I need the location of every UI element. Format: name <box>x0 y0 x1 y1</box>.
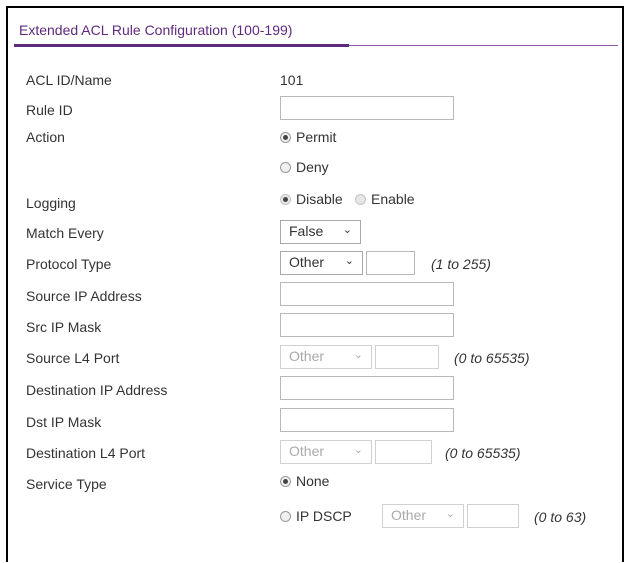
ip-dscp-hint: (0 to 63) <box>534 509 587 525</box>
logging-disable-label: Disable <box>296 191 343 207</box>
src-ip-mask-label: Src IP Mask <box>26 319 102 335</box>
action-deny-radio[interactable]: Deny <box>280 159 329 175</box>
service-ip-dscp-radio[interactable]: IP DSCP <box>280 508 352 524</box>
chevron-down-icon: ⌄ <box>344 255 354 267</box>
ip-dscp-value: Other <box>391 507 427 523</box>
chevron-down-icon: ⌄ <box>353 349 363 361</box>
protocol-type-value: Other <box>289 254 325 270</box>
source-l4-port-hint: (0 to 65535) <box>454 350 530 366</box>
logging-label: Logging <box>26 195 76 211</box>
action-label: Action <box>26 129 65 145</box>
protocol-type-select[interactable]: Other ⌄ <box>280 251 363 275</box>
panel-title: Extended ACL Rule Configuration (100-199… <box>19 22 293 38</box>
logging-enable-radio[interactable]: Enable <box>355 191 415 207</box>
service-none-radio[interactable]: None <box>280 473 329 489</box>
protocol-type-label: Protocol Type <box>26 256 112 272</box>
src-ip-mask-input[interactable] <box>280 313 454 337</box>
radio-unselected-icon <box>280 511 291 522</box>
ip-dscp-input[interactable] <box>467 504 519 528</box>
match-every-value: False <box>289 223 324 239</box>
logging-enable-label: Enable <box>371 191 415 207</box>
source-l4-port-select[interactable]: Other ⌄ <box>280 345 372 369</box>
action-deny-label: Deny <box>296 159 329 175</box>
logging-disable-radio[interactable]: Disable <box>280 191 343 207</box>
dest-l4-port-input[interactable] <box>375 440 432 464</box>
dest-ip-input[interactable] <box>280 376 454 400</box>
service-type-label: Service Type <box>26 476 107 492</box>
radio-selected-icon <box>280 132 291 143</box>
rule-id-label: Rule ID <box>26 102 73 118</box>
protocol-number-input[interactable] <box>366 251 415 275</box>
match-every-select[interactable]: False ⌄ <box>280 220 361 244</box>
acl-id-value: 101 <box>280 72 304 88</box>
rule-id-input[interactable] <box>280 96 454 120</box>
chevron-down-icon: ⌄ <box>342 224 352 236</box>
dst-ip-mask-input[interactable] <box>280 408 454 432</box>
dest-l4-port-hint: (0 to 65535) <box>445 445 521 461</box>
dest-l4-port-select[interactable]: Other ⌄ <box>280 440 372 464</box>
action-permit-label: Permit <box>296 129 337 145</box>
service-ip-dscp-label: IP DSCP <box>296 508 352 524</box>
radio-unselected-icon <box>280 162 291 173</box>
chevron-down-icon: ⌄ <box>353 444 363 456</box>
source-ip-label: Source IP Address <box>26 288 142 304</box>
radio-unselected-icon <box>355 194 366 205</box>
source-l4-port-value: Other <box>289 348 325 364</box>
protocol-type-hint: (1 to 255) <box>431 256 491 272</box>
radio-selected-icon <box>280 194 291 205</box>
match-every-label: Match Every <box>26 225 104 241</box>
action-permit-radio[interactable]: Permit <box>280 129 336 145</box>
source-l4-port-label: Source L4 Port <box>26 350 120 366</box>
title-underline <box>14 44 349 47</box>
dest-ip-label: Destination IP Address <box>26 382 168 398</box>
chevron-down-icon: ⌄ <box>445 508 455 520</box>
ip-dscp-select[interactable]: Other ⌄ <box>382 504 464 528</box>
radio-selected-icon <box>280 476 291 487</box>
acl-rule-panel: Extended ACL Rule Configuration (100-199… <box>6 6 624 562</box>
source-ip-input[interactable] <box>280 282 454 306</box>
dest-l4-port-value: Other <box>289 443 325 459</box>
service-none-label: None <box>296 473 330 489</box>
source-l4-port-input[interactable] <box>375 345 439 369</box>
dest-l4-port-label: Destination L4 Port <box>26 445 146 461</box>
acl-id-label: ACL ID/Name <box>26 72 112 88</box>
dst-ip-mask-label: Dst IP Mask <box>26 414 102 430</box>
